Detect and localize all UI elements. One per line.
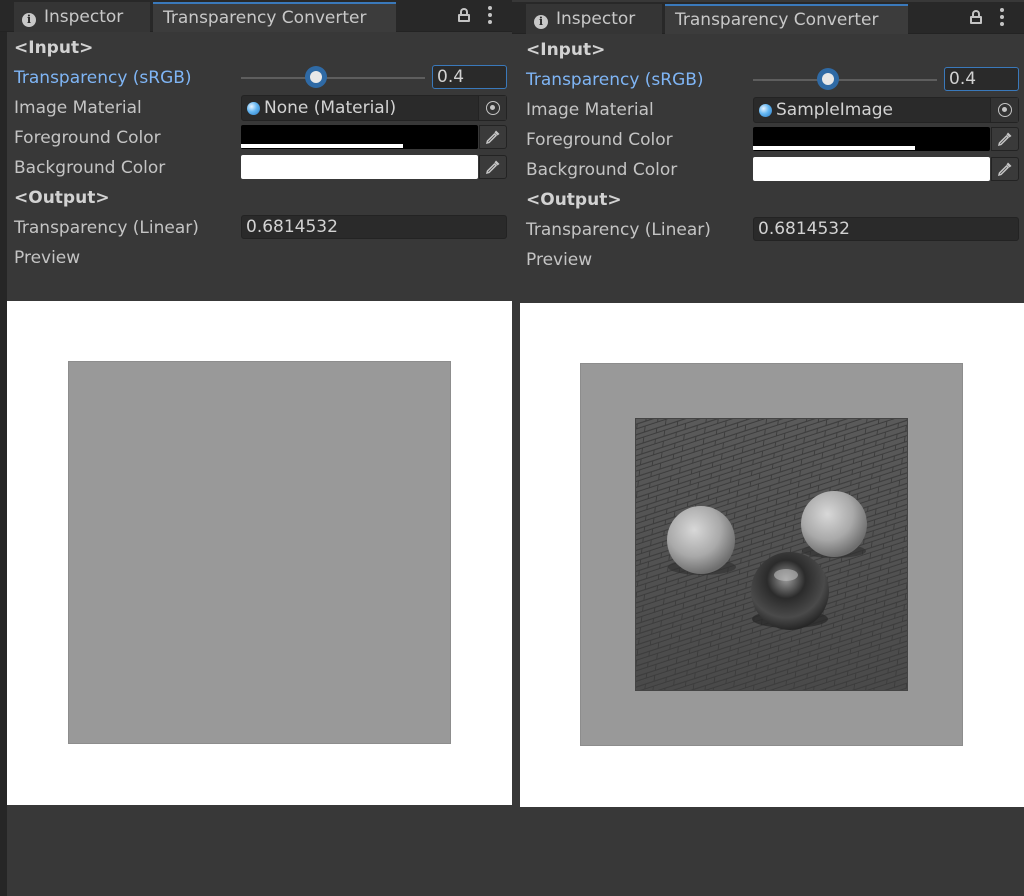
input-heading: <Input> [526, 40, 606, 60]
transparency-srgb-label: Transparency (sRGB) [14, 68, 192, 88]
transparency-linear-label: Transparency (Linear) [526, 220, 711, 240]
kebab-menu-icon[interactable] [999, 8, 1005, 26]
material-sphere-icon [247, 102, 260, 115]
tab-bar: i Inspector Transparency Converter [0, 0, 512, 32]
foreground-color-label: Foreground Color [14, 128, 161, 148]
preview-area [7, 301, 512, 805]
tab-converter-label: Transparency Converter [675, 10, 879, 30]
info-icon: i [534, 15, 548, 29]
eyedropper-icon [485, 160, 500, 175]
transparency-linear-value: 0.6814532 [753, 217, 1019, 241]
preview-area [520, 303, 1024, 807]
transparency-converter-panel-left: i Inspector Transparency Converter <Input… [0, 0, 512, 896]
background-eyedropper-button[interactable] [479, 155, 507, 179]
preview-label: Preview [14, 248, 81, 268]
info-icon: i [22, 13, 36, 27]
background-color-label: Background Color [14, 158, 166, 178]
tab-inspector-label: Inspector [556, 9, 636, 29]
tab-inspector[interactable]: i Inspector [14, 2, 150, 32]
background-color-label: Background Color [526, 160, 678, 180]
transparency-converter-panel-right: i Inspector Transparency Converter <Input… [512, 0, 1024, 896]
eyedropper-icon [997, 132, 1012, 147]
transparency-slider-knob[interactable] [817, 68, 839, 90]
object-picker-button[interactable] [478, 96, 506, 120]
transparency-linear-value: 0.6814532 [241, 215, 507, 239]
white-sphere-right [801, 491, 867, 557]
transparency-linear-label: Transparency (Linear) [14, 218, 199, 238]
eyedropper-icon [485, 130, 500, 145]
image-material-value: None (Material) [264, 98, 397, 118]
transparency-srgb-label: Transparency (sRGB) [526, 70, 704, 90]
foreground-eyedropper-button[interactable] [991, 127, 1019, 151]
foreground-color-swatch[interactable] [753, 127, 990, 151]
output-heading: <Output> [526, 190, 622, 210]
background-eyedropper-button[interactable] [991, 157, 1019, 181]
foreground-eyedropper-button[interactable] [479, 125, 507, 149]
background-color-swatch[interactable] [753, 157, 990, 181]
eyedropper-icon [997, 162, 1012, 177]
object-picker-button[interactable] [990, 98, 1018, 122]
sample-image [635, 418, 908, 691]
object-picker-icon [998, 103, 1012, 117]
tab-transparency-converter[interactable]: Transparency Converter [153, 2, 396, 32]
transparency-srgb-input[interactable]: 0.4 [944, 67, 1019, 91]
input-heading: <Input> [14, 38, 94, 58]
tab-inspector[interactable]: i Inspector [526, 4, 662, 34]
preview-square [68, 361, 451, 744]
tab-inspector-label: Inspector [44, 7, 124, 27]
chrome-sphere [751, 552, 829, 630]
transparency-slider-track[interactable] [753, 79, 937, 81]
output-heading: <Output> [14, 188, 110, 208]
image-material-label: Image Material [526, 100, 654, 120]
tab-converter-label: Transparency Converter [163, 8, 367, 28]
kebab-menu-icon[interactable] [487, 6, 493, 24]
foreground-alpha-bar [753, 146, 915, 150]
lock-icon[interactable] [970, 10, 982, 24]
sample-image-render [636, 419, 907, 690]
preview-label: Preview [526, 250, 593, 270]
transparency-slider-knob[interactable] [305, 66, 327, 88]
background-color-swatch[interactable] [241, 155, 478, 179]
image-material-field[interactable]: SampleImage [753, 97, 1019, 123]
white-sphere-left [667, 506, 735, 574]
image-material-field[interactable]: None (Material) [241, 95, 507, 121]
tab-transparency-converter[interactable]: Transparency Converter [665, 4, 908, 34]
object-picker-icon [486, 101, 500, 115]
image-material-label: Image Material [14, 98, 142, 118]
image-material-value: SampleImage [776, 100, 893, 120]
lock-icon[interactable] [458, 8, 470, 22]
foreground-alpha-bar [241, 144, 403, 148]
foreground-color-swatch[interactable] [241, 125, 478, 149]
transparency-slider-track[interactable] [241, 77, 425, 79]
foreground-color-label: Foreground Color [526, 130, 673, 150]
tab-bar: i Inspector Transparency Converter [512, 2, 1024, 34]
transparency-srgb-input[interactable]: 0.4 [432, 65, 507, 89]
material-sphere-icon [759, 104, 772, 117]
